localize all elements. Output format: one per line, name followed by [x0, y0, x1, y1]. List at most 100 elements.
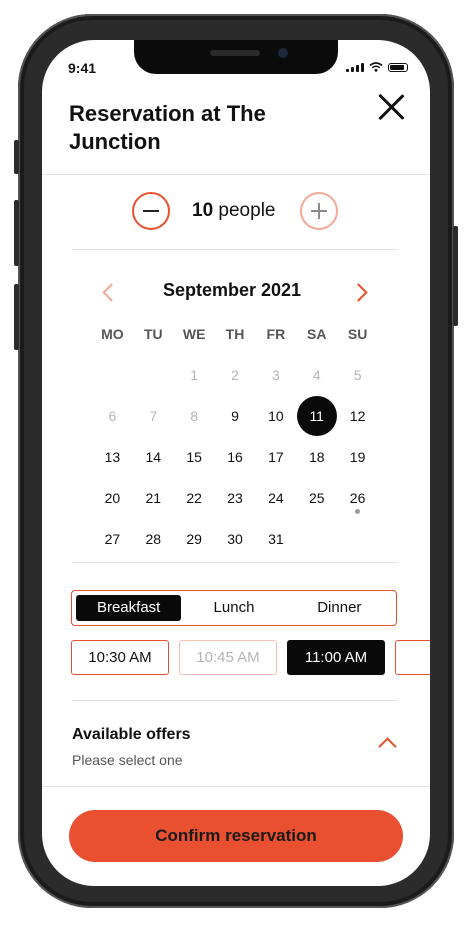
calendar-day[interactable]: 29: [174, 518, 215, 559]
calendar-day[interactable]: 13: [92, 436, 133, 477]
calendar-empty: [133, 354, 174, 395]
calendar-day-number: 30: [227, 530, 243, 547]
calendar-day-number: 26: [349, 489, 366, 506]
calendar-day-number: 24: [268, 489, 284, 506]
offers-divider: [42, 786, 430, 787]
close-button[interactable]: [376, 92, 406, 122]
volume-down-button: [14, 284, 19, 350]
confirm-reservation-label: Confirm reservation: [155, 826, 317, 845]
calendar-day[interactable]: 25: [296, 477, 337, 518]
calendar-day-number: 20: [104, 489, 121, 506]
time-slot-row: 10:30 AM 10:45 AM 11:00 AM 11: [71, 640, 430, 675]
calendar-day-number: 27: [104, 530, 121, 547]
time-slot-button[interactable]: 11: [395, 640, 430, 675]
stepper-divider: [72, 249, 398, 250]
calendar-day-number: 8: [190, 407, 199, 424]
calendar-day-number: 29: [186, 530, 202, 547]
calendar-day: 6: [92, 395, 133, 436]
calendar-day[interactable]: 17: [255, 436, 296, 477]
app-screen: 9:41 Reservation at The Junction 10 peop…: [42, 40, 430, 886]
calendar-day-number: 6: [108, 407, 117, 424]
times-divider: [72, 700, 398, 701]
guest-count-number: 10: [192, 200, 214, 221]
calendar-day-number: 1: [190, 366, 199, 383]
calendar-day[interactable]: 28: [133, 518, 174, 559]
guest-count-unit: people: [218, 200, 276, 221]
calendar-day: 1: [174, 354, 215, 395]
calendar-day-number: 10: [268, 407, 284, 424]
calendar-day[interactable]: 22: [174, 477, 215, 518]
availability-dot: [355, 509, 361, 514]
header-divider: [42, 174, 430, 175]
calendar-day-number: 25: [308, 489, 325, 506]
calendar-day[interactable]: 19: [337, 436, 378, 477]
calendar-day[interactable]: 27: [92, 518, 133, 559]
calendar-day-number: 15: [186, 448, 202, 465]
meal-tabs: Breakfast Lunch Dinner: [71, 590, 397, 626]
decrease-guests-button[interactable]: [132, 192, 170, 230]
calendar-week: 20 21 22 23 24 25 26: [92, 477, 378, 518]
signal-icon: [346, 62, 364, 72]
increase-guests-button[interactable]: [300, 192, 338, 230]
weekday-label: MO: [101, 326, 124, 342]
calendar-day[interactable]: 15: [174, 436, 215, 477]
calendar-day[interactable]: 16: [215, 436, 256, 477]
calendar-day-number: 9: [231, 407, 239, 424]
calendar-day-number: 13: [104, 448, 121, 465]
status-icons: [346, 62, 408, 72]
calendar-day-number: 19: [349, 448, 366, 465]
time-slot-button: 10:45 AM: [179, 640, 277, 675]
weekday-label: SA: [307, 326, 327, 342]
calendar-day-number: 3: [271, 366, 280, 383]
calendar-day[interactable]: 9: [215, 395, 256, 436]
wifi-icon: [369, 62, 383, 72]
calendar-empty: [337, 518, 378, 559]
weekday-label: TH: [225, 326, 245, 342]
calendar-day[interactable]: 26: [337, 477, 378, 518]
next-month-chevron-icon[interactable]: [349, 283, 368, 302]
time-slot-button[interactable]: 10:30 AM: [71, 640, 169, 675]
calendar-week: 13 14 15 16 17 18 19: [92, 436, 378, 477]
tab-lunch[interactable]: Lunch: [181, 595, 286, 621]
minus-icon: [143, 210, 159, 212]
battery-icon: [388, 62, 408, 72]
calendar-day-number: 17: [268, 448, 284, 465]
chevron-up-icon[interactable]: [378, 737, 397, 756]
calendar-day[interactable]: 21: [133, 477, 174, 518]
calendar-day-number: 4: [312, 366, 321, 383]
silent-switch: [14, 140, 19, 174]
calendar-empty: [296, 518, 337, 559]
calendar-day-number: 12: [349, 407, 366, 424]
calendar-day-number: 28: [145, 530, 162, 547]
calendar-day-selected[interactable]: 11: [296, 395, 337, 436]
status-time: 9:41: [68, 60, 97, 76]
time-slot-button[interactable]: 11:00 AM: [287, 640, 385, 675]
notch: [134, 40, 338, 74]
guest-count: 10 people: [192, 200, 275, 222]
calendar-day-number: 22: [186, 489, 202, 506]
weekday-label: WE: [182, 326, 206, 342]
confirm-reservation-button[interactable]: Confirm reservation: [69, 810, 403, 862]
calendar-empty: [92, 354, 133, 395]
calendar-day[interactable]: 18: [296, 436, 337, 477]
calendar-day: 3: [255, 354, 296, 395]
calendar-day[interactable]: 24: [255, 477, 296, 518]
calendar-day[interactable]: 10: [255, 395, 296, 436]
calendar-day-number: 18: [308, 448, 325, 465]
calendar-day-number: 21: [145, 489, 162, 506]
volume-up-button: [14, 200, 19, 266]
calendar-week: 27 28 29 30 31: [92, 518, 378, 559]
tab-dinner[interactable]: Dinner: [287, 595, 392, 621]
prev-month-chevron-icon[interactable]: [102, 283, 121, 302]
calendar-day[interactable]: 20: [92, 477, 133, 518]
tab-breakfast[interactable]: Breakfast: [76, 595, 182, 621]
speaker: [210, 50, 260, 56]
calendar-day[interactable]: 23: [215, 477, 256, 518]
calendar-day-number: 7: [149, 407, 158, 424]
calendar-day[interactable]: 30: [215, 518, 256, 559]
calendar-day-number: 5: [353, 366, 362, 383]
calendar-day-number: 2: [231, 366, 239, 383]
calendar-day[interactable]: 31: [255, 518, 296, 559]
calendar-day[interactable]: 14: [133, 436, 174, 477]
calendar-day[interactable]: 12: [337, 395, 378, 436]
